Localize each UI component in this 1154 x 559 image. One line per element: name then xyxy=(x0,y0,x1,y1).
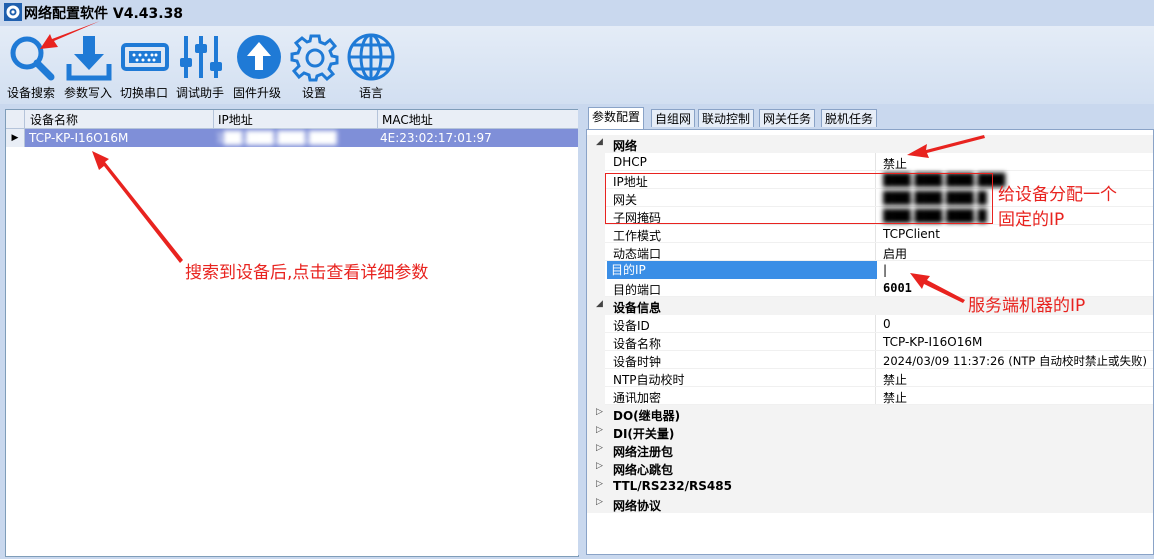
annotation-arrows xyxy=(40,21,985,303)
arrow-to-search-icon xyxy=(40,21,100,49)
arrow-to-dest-ip xyxy=(910,273,965,303)
arrow-to-device-row xyxy=(92,151,183,263)
arrow-to-dhcp xyxy=(907,135,985,158)
